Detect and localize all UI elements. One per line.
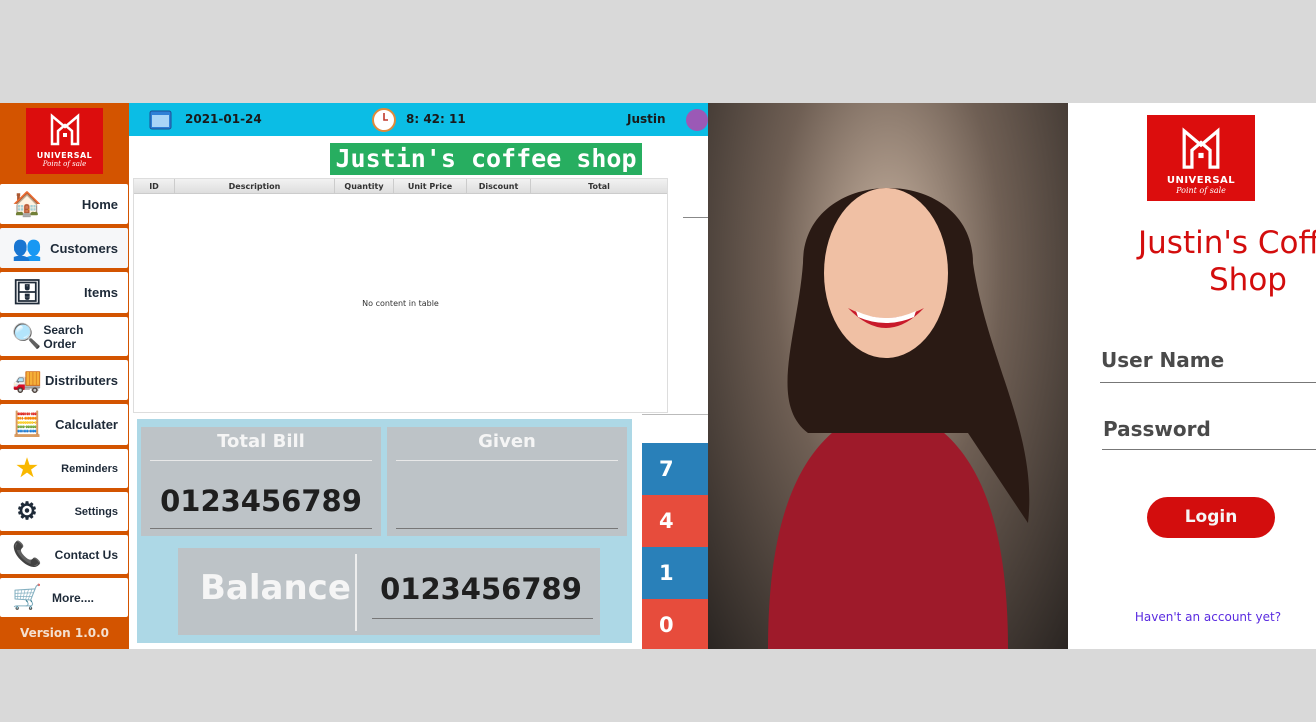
keypad-7[interactable]: 7 [642,443,708,495]
time-label: 8: 42: 11 [406,112,466,126]
column-header[interactable]: Unit Price [394,179,467,193]
cart-icon: 🛒 [12,584,42,611]
total-bill-box: Total Bill 0123456789 [141,427,381,536]
username-input[interactable] [1100,382,1316,383]
sidebar-item-settings[interactable]: ⚙ Settings [0,492,128,531]
sidebar: UNIVERSAL Point of sale 🏠 Home 👥 Customers… [0,103,129,649]
customers-icon: 👥 [12,234,42,262]
login-logo: UNIVERSAL Point of sale [1147,115,1255,201]
sidebar-item-customers[interactable]: 👥 Customers [0,228,128,268]
balance-box: Balance 0123456789 [178,548,600,635]
main-panel: 2021-01-24 8: 42: 11 Justin Justin's cof… [129,103,708,649]
keypad-1[interactable]: 1 [642,547,708,599]
date-label: 2021-01-24 [185,112,262,126]
truck-icon: 🚚 [12,366,42,394]
calculator-icon: 🧮 [12,411,42,438]
sidebar-item-more[interactable]: 🛒 More.... [0,578,128,617]
username-label: User Name [1101,348,1225,372]
login-button[interactable]: Login [1147,497,1275,538]
magnifier-icon: 🔍 [11,323,42,350]
shop-title: Justin's coffee shop [330,143,642,175]
clock-icon [372,108,396,132]
avatar[interactable] [686,109,708,131]
login-panel: UNIVERSAL Point of sale Justin's Coffee … [1068,103,1316,649]
empty-table-message: No content in table [362,299,439,308]
sidebar-item-calculater[interactable]: 🧮 Calculater [0,404,128,445]
sidebar-item-contact-us[interactable]: 📞 Contact Us [0,535,128,574]
divider [683,217,708,218]
sidebar-item-distributers[interactable]: 🚚 Distributers [0,360,128,400]
sidebar-item-items[interactable]: 🗄 Items [0,272,128,313]
star-icon: ★ [16,455,38,482]
login-title: Justin's Coffee Shop [1138,225,1316,298]
version-label: Version 1.0.0 [19,626,110,640]
hero-photo [708,103,1068,649]
signup-link[interactable]: Haven't an account yet? [1068,610,1316,624]
gears-icon: ⚙ [16,498,38,525]
column-header[interactable]: Total [531,179,667,193]
total-bill-value: 0123456789 [160,484,362,518]
keypad-4[interactable]: 4 [642,495,708,547]
password-label: Password [1103,417,1211,441]
logo-house-icon [1182,127,1220,169]
column-header[interactable]: ID [134,179,175,193]
column-header[interactable]: Discount [467,179,531,193]
total-bill-label: Total Bill [217,431,305,452]
table-header: ID Description Quantity Unit Price Disco… [134,179,667,194]
column-header[interactable]: Quantity [335,179,394,193]
order-table: ID Description Quantity Unit Price Disco… [133,178,668,413]
balance-label: Balance [200,568,351,608]
house-icon: 🏠 [12,190,42,218]
keypad-0[interactable]: 0 [642,599,708,649]
sidebar-item-reminders[interactable]: ★ Reminders [0,449,128,488]
logo: UNIVERSAL Point of sale [26,108,103,174]
given-box[interactable]: Given [387,427,627,536]
calendar-icon [149,110,172,130]
given-label: Given [478,431,536,452]
sidebar-item-home[interactable]: 🏠 Home [0,184,128,224]
balance-value: 0123456789 [380,572,582,606]
password-input[interactable] [1102,449,1316,450]
user-name: Justin [627,112,666,126]
logo-house-icon [50,113,79,146]
column-header[interactable]: Description [175,179,335,193]
billing-panel: Total Bill 0123456789 Given Balance 0123… [137,419,632,643]
phone-icon: 📞 [12,541,42,568]
shelves-icon: 🗄 [11,279,43,306]
sidebar-item-search-order[interactable]: 🔍 Search Order [0,317,128,356]
woman-photo-image [768,188,1030,649]
top-bar: 2021-01-24 8: 42: 11 Justin [129,103,708,136]
